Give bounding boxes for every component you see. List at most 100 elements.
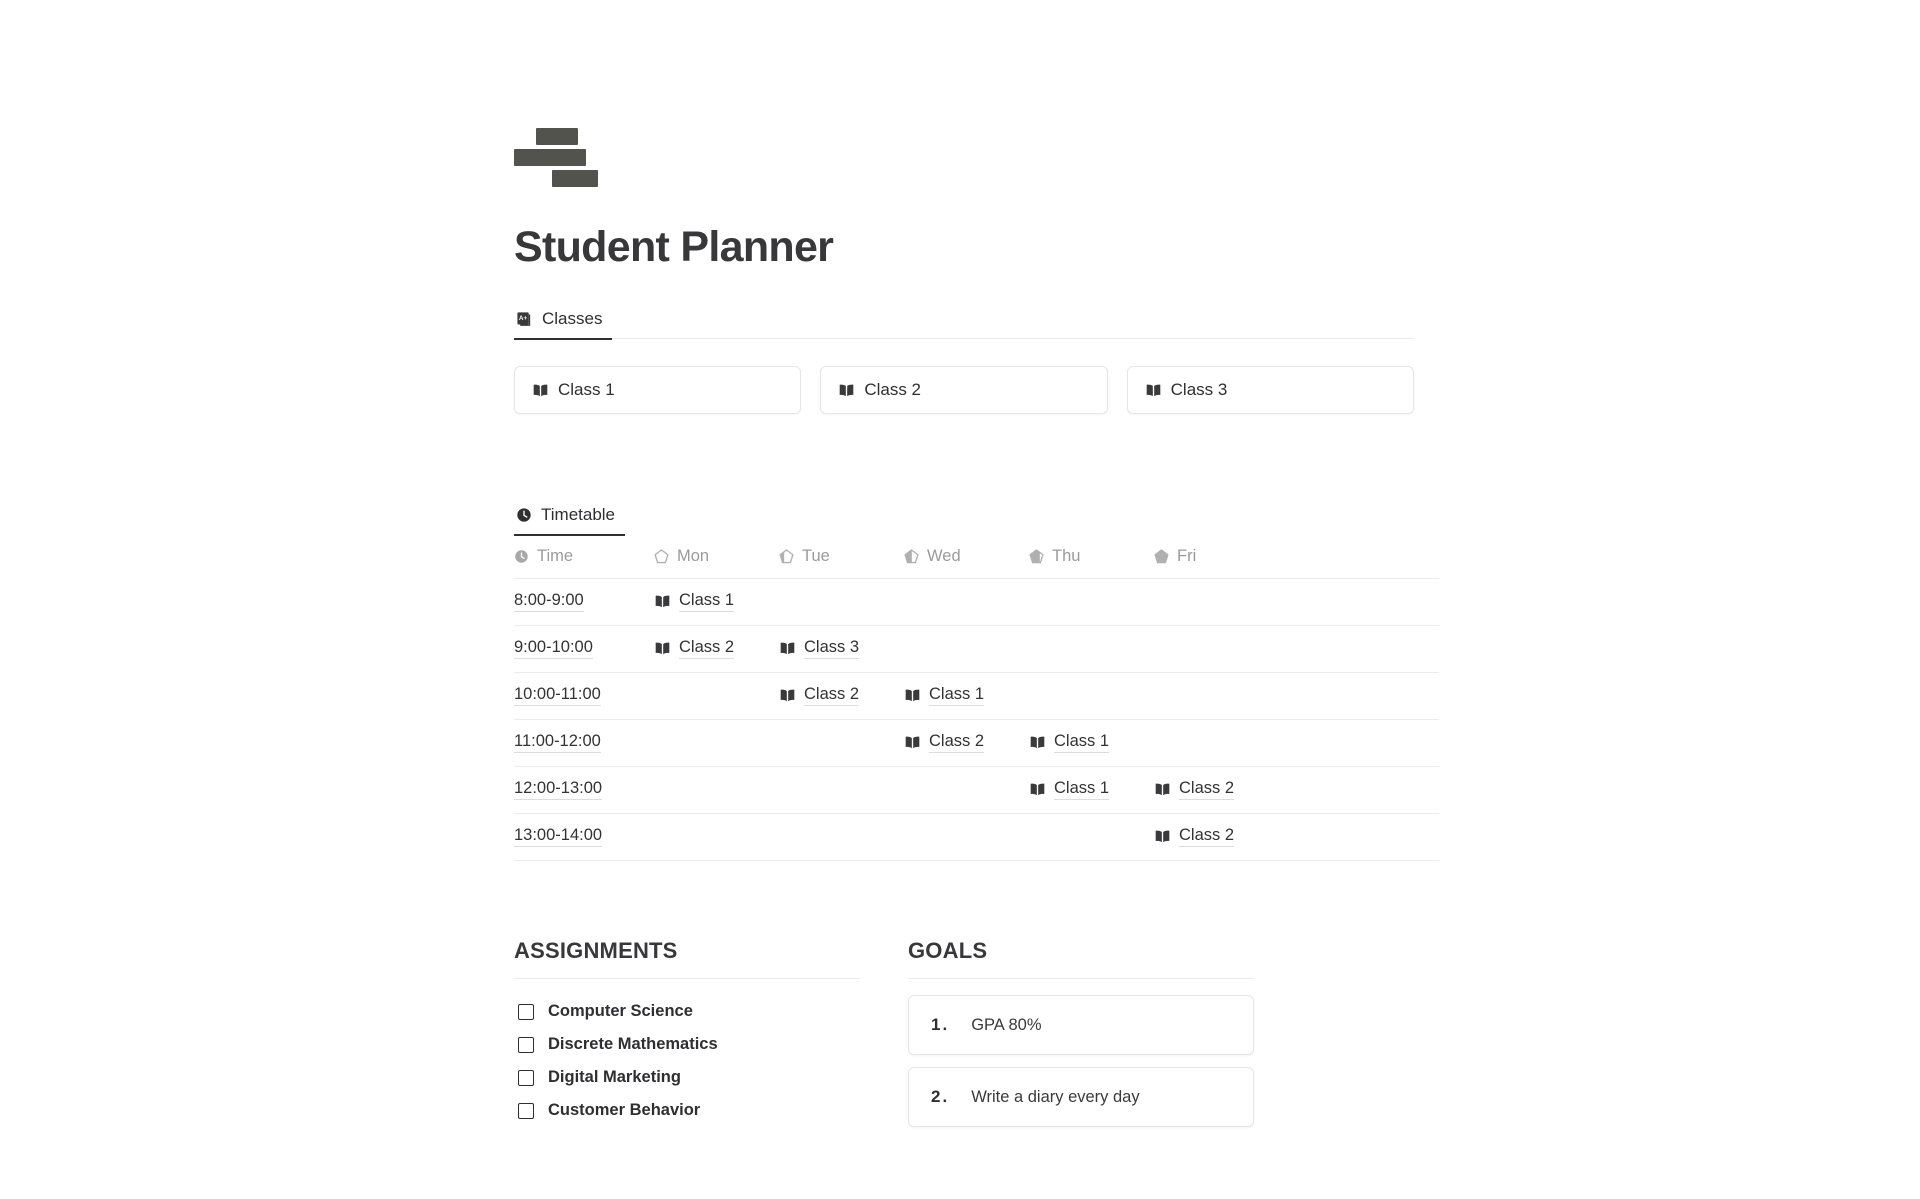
timetable-cell-fri — [1154, 625, 1439, 674]
logo-bar-middle — [514, 149, 586, 166]
goal-card[interactable]: 1. GPA 80% — [908, 995, 1254, 1056]
assignment-item[interactable]: Digital Marketing — [514, 1061, 860, 1094]
timetable-cell-mon[interactable]: Class 1 — [654, 578, 779, 627]
open-book-icon — [1029, 782, 1046, 797]
tab-classes[interactable]: A+ Classes — [514, 309, 613, 341]
assignment-item[interactable]: Discrete Mathematics — [514, 1028, 860, 1061]
class-card[interactable]: Class 3 — [1126, 366, 1414, 415]
open-book-icon — [1145, 383, 1162, 398]
open-book-icon — [654, 594, 671, 609]
goals-section: GOALS 1. GPA 80% 2. Write a diary every … — [908, 938, 1254, 1139]
class-card[interactable]: Class 1 — [514, 366, 802, 415]
timetable-col-time: Time — [514, 536, 654, 580]
timetable-cell-tue[interactable]: Class 3 — [779, 625, 904, 674]
timetable-cell-tue[interactable]: Class 2 — [779, 672, 904, 721]
timetable-cell-mon — [654, 766, 779, 815]
timetable-cell-wed[interactable]: Class 1 — [904, 672, 1029, 721]
timetable-cell-tue — [779, 578, 904, 627]
open-book-icon — [904, 735, 921, 750]
assignments-section: ASSIGNMENTS Computer Science Discrete Ma… — [514, 938, 860, 1139]
timetable-cell-time[interactable]: 11:00-12:00 — [514, 719, 654, 768]
class-card-label: Class 2 — [864, 380, 922, 400]
timetable-row: 12:00-13:00 Class 1 Class 2 — [514, 766, 1439, 815]
timetable-cell-thu[interactable]: Class 1 — [1029, 719, 1154, 768]
open-book-icon — [779, 641, 796, 656]
assignments-list: Computer Science Discrete Mathematics Di… — [514, 995, 860, 1127]
timetable-class-label[interactable]: Class 1 — [1054, 732, 1110, 754]
timetable-class-label[interactable]: Class 2 — [1179, 826, 1235, 848]
goals-heading: GOALS — [908, 938, 988, 964]
timetable-class-label[interactable]: Class 2 — [1179, 779, 1235, 801]
timetable-class-label[interactable]: Class 1 — [929, 685, 985, 707]
timetable-cell-mon — [654, 672, 779, 721]
timetable-cell-time[interactable]: 8:00-9:00 — [514, 578, 654, 627]
timetable-cell-mon[interactable]: Class 2 — [654, 625, 779, 674]
timetable-cell-fri — [1154, 578, 1439, 627]
page-root: Student Planner A+ Classes Class 1 Class… — [0, 0, 1920, 1199]
timetable-class-label[interactable]: Class 2 — [679, 638, 735, 660]
assignment-label: Computer Science — [548, 1002, 693, 1021]
timetable-time-label[interactable]: 8:00-9:00 — [514, 591, 584, 613]
assignment-item[interactable]: Computer Science — [514, 995, 860, 1028]
timetable-class-label[interactable]: Class 2 — [929, 732, 985, 754]
timetable-class-label[interactable]: Class 1 — [1054, 779, 1110, 801]
timetable-col-thu-label: Thu — [1052, 547, 1081, 566]
timetable-cell-fri[interactable]: Class 2 — [1154, 766, 1439, 815]
timetable-cell-time[interactable]: 9:00-10:00 — [514, 625, 654, 674]
timetable-cell-tue — [779, 766, 904, 815]
open-book-icon — [779, 688, 796, 703]
timetable-col-tue: Tue — [779, 536, 904, 580]
timetable-cell-wed — [904, 766, 1029, 815]
tab-classes-label: Classes — [542, 309, 603, 329]
timetable-class-label[interactable]: Class 3 — [804, 638, 860, 660]
tab-timetable[interactable]: Timetable — [514, 505, 626, 537]
timetable-class-label[interactable]: Class 1 — [679, 591, 735, 613]
timetable-time-label[interactable]: 9:00-10:00 — [514, 638, 593, 660]
checkbox-unchecked-icon[interactable] — [518, 1069, 534, 1086]
timetable-col-mon: Mon — [654, 536, 779, 580]
timetable-body: 8:00-9:00 Class 1 9:00-10:00 Class 2 Class 3… — [514, 578, 1439, 862]
timetable-cell-wed — [904, 578, 1029, 627]
goals-list: 1. GPA 80% 2. Write a diary every day — [908, 995, 1254, 1128]
timetable-time-label[interactable]: 13:00-14:00 — [514, 826, 603, 848]
assignment-item[interactable]: Customer Behavior — [514, 1094, 860, 1127]
timetable-section: Timetable Time Mon Tue Wed Thu Fri 8:00-… — [514, 467, 1439, 862]
timetable-row: 9:00-10:00 Class 2 Class 3 — [514, 625, 1439, 674]
checkbox-unchecked-icon[interactable] — [518, 1036, 534, 1053]
open-book-icon — [1154, 782, 1171, 797]
timetable-cell-time[interactable]: 12:00-13:00 — [514, 766, 654, 815]
goal-number: 1. — [931, 1015, 950, 1035]
timetable-time-label[interactable]: 11:00-12:00 — [514, 732, 601, 754]
pentagon-battery-icon — [654, 548, 669, 565]
class-card-row: Class 1 Class 2 Class 3 — [514, 366, 1414, 415]
timetable-table: Time Mon Tue Wed Thu Fri 8:00-9:00 Class… — [514, 536, 1439, 862]
goal-text: GPA 80% — [971, 1015, 1042, 1034]
timetable-col-wed: Wed — [904, 536, 1029, 580]
timetable-time-label[interactable]: 12:00-13:00 — [514, 779, 603, 801]
goal-card[interactable]: 2. Write a diary every day — [908, 1067, 1254, 1128]
class-card-label: Class 1 — [558, 380, 615, 400]
checkbox-unchecked-icon[interactable] — [518, 1102, 534, 1119]
timetable-cell-fri[interactable]: Class 2 — [1154, 813, 1439, 862]
timetable-col-time-label: Time — [537, 547, 574, 566]
open-book-icon — [532, 383, 549, 398]
pentagon-battery-icon — [779, 548, 794, 565]
timetable-cell-wed[interactable]: Class 2 — [904, 719, 1029, 768]
timetable-cell-time[interactable]: 13:00-14:00 — [514, 813, 654, 862]
timetable-col-fri: Fri — [1154, 536, 1439, 580]
notebook-a-plus-icon: A+ — [516, 311, 533, 328]
timetable-col-tue-label: Tue — [802, 547, 830, 566]
checkbox-unchecked-icon[interactable] — [518, 1003, 534, 1020]
timetable-time-label[interactable]: 10:00-11:00 — [514, 685, 601, 707]
timetable-cell-wed — [904, 625, 1029, 674]
timetable-class-label[interactable]: Class 2 — [804, 685, 860, 707]
timetable-cell-time[interactable]: 10:00-11:00 — [514, 672, 654, 721]
class-card[interactable]: Class 2 — [820, 366, 1108, 415]
open-book-icon — [838, 383, 855, 398]
content-column: Student Planner A+ Classes Class 1 Class… — [514, 0, 1439, 1139]
open-book-icon — [1154, 829, 1171, 844]
timetable-cell-thu[interactable]: Class 1 — [1029, 766, 1154, 815]
logo-bar-top — [536, 128, 578, 145]
timetable-cell-thu — [1029, 578, 1154, 627]
svg-text:A+: A+ — [519, 315, 528, 322]
